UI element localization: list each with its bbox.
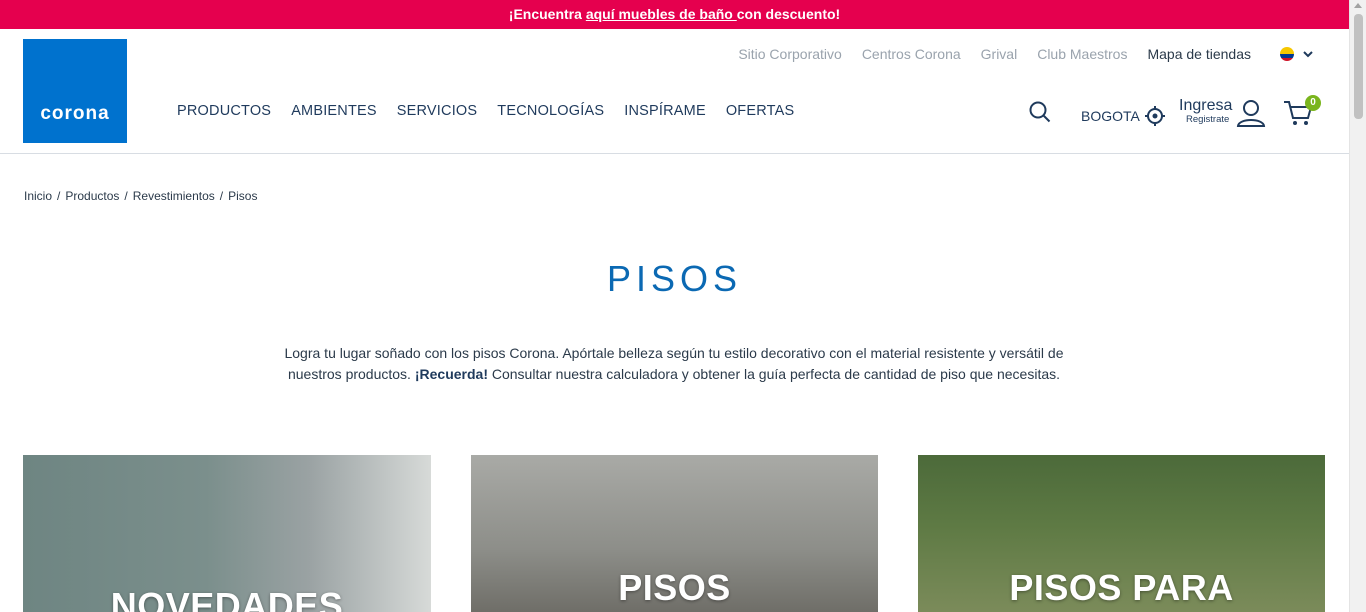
scrollbar-thumb[interactable] [1354,14,1363,119]
chevron-down-icon [1303,51,1313,58]
user-icon [1237,100,1266,127]
page-scrollbar[interactable] [1349,0,1366,612]
city-label: BOGOTA [1081,108,1140,124]
nav-tecnologias[interactable]: TECNOLOGÍAS [497,103,604,119]
card-label: NOVEDADES [110,585,344,612]
promo-link[interactable]: aquí muebles de baño [586,6,737,22]
colombia-flag-icon [1280,47,1294,61]
corona-logo[interactable]: corona [23,39,127,143]
card-label: PISOS [618,567,731,608]
breadcrumb-productos[interactable]: Productos [65,189,119,203]
breadcrumb-pisos: Pisos [228,189,258,203]
description-text-2: Consultar nuestra calculadora y obtener … [487,365,1061,382]
promo-text-before: ¡Encuentra [508,6,586,22]
scroll-up-arrow-icon[interactable] [1354,3,1362,8]
logo-text: corona [40,103,110,124]
search-icon[interactable] [1029,101,1051,123]
nav-ofertas[interactable]: OFERTAS [726,103,795,119]
top-links: Sitio Corporativo Centros Corona Grival … [738,46,1251,62]
top-link-grival[interactable]: Grival [981,46,1018,62]
promo-text-after: con descuento! [736,6,841,22]
breadcrumb-separator: / [124,189,128,203]
breadcrumb: Inicio / Productos / Revestimientos / Pisos [24,189,257,203]
city-selector[interactable]: BOGOTA [1081,105,1166,127]
site-header: corona Sitio Corporativo Centros Corona … [0,29,1349,154]
page-title: PISOS [606,258,743,299]
breadcrumb-separator: / [57,189,61,203]
cart-button[interactable]: 0 [1283,95,1323,129]
top-link-centros-corona[interactable]: Centros Corona [862,46,961,62]
nav-servicios[interactable]: SERVICIOS [397,103,478,119]
breadcrumb-separator: / [219,189,224,203]
category-card-pisos[interactable]: PISOS [471,455,878,612]
country-selector[interactable] [1280,47,1314,61]
page-description: Logra tu lugar soñado con los pisos Coro… [284,343,1064,384]
category-card-pisos-para[interactable]: PISOS PARA [918,455,1325,612]
cart-count-badge: 0 [1305,95,1321,111]
login-label: Ingresa [1179,97,1233,114]
register-label: Registrate [1186,114,1230,125]
top-link-sitio-corporativo[interactable]: Sitio Corporativo [738,46,842,62]
top-link-club-maestros[interactable]: Club Maestros [1037,46,1127,62]
nav-productos[interactable]: PRODUCTOS [177,103,271,119]
nav-inspirame[interactable]: INSPÍRAME [624,103,706,119]
top-link-mapa-de-tiendas[interactable]: Mapa de tiendas [1147,46,1251,62]
card-label: PISOS PARA [1009,567,1234,608]
category-card-novedades[interactable]: NOVEDADES [23,455,431,612]
breadcrumb-inicio[interactable]: Inicio [24,189,52,203]
main-nav: PRODUCTOS AMBIENTES SERVICIOS TECNOLOGÍA… [177,103,794,119]
login-text: Ingresa Registrate [1179,97,1232,125]
breadcrumb-revestimientos[interactable]: Revestimientos [133,189,215,203]
description-bold: ¡Recuerda! [414,365,488,382]
location-icon [1144,106,1165,126]
login-button[interactable]: Ingresa Registrate [1179,97,1266,127]
promo-banner: ¡Encuentra aquí muebles de baño con desc… [0,0,1349,29]
nav-ambientes[interactable]: AMBIENTES [291,103,377,119]
